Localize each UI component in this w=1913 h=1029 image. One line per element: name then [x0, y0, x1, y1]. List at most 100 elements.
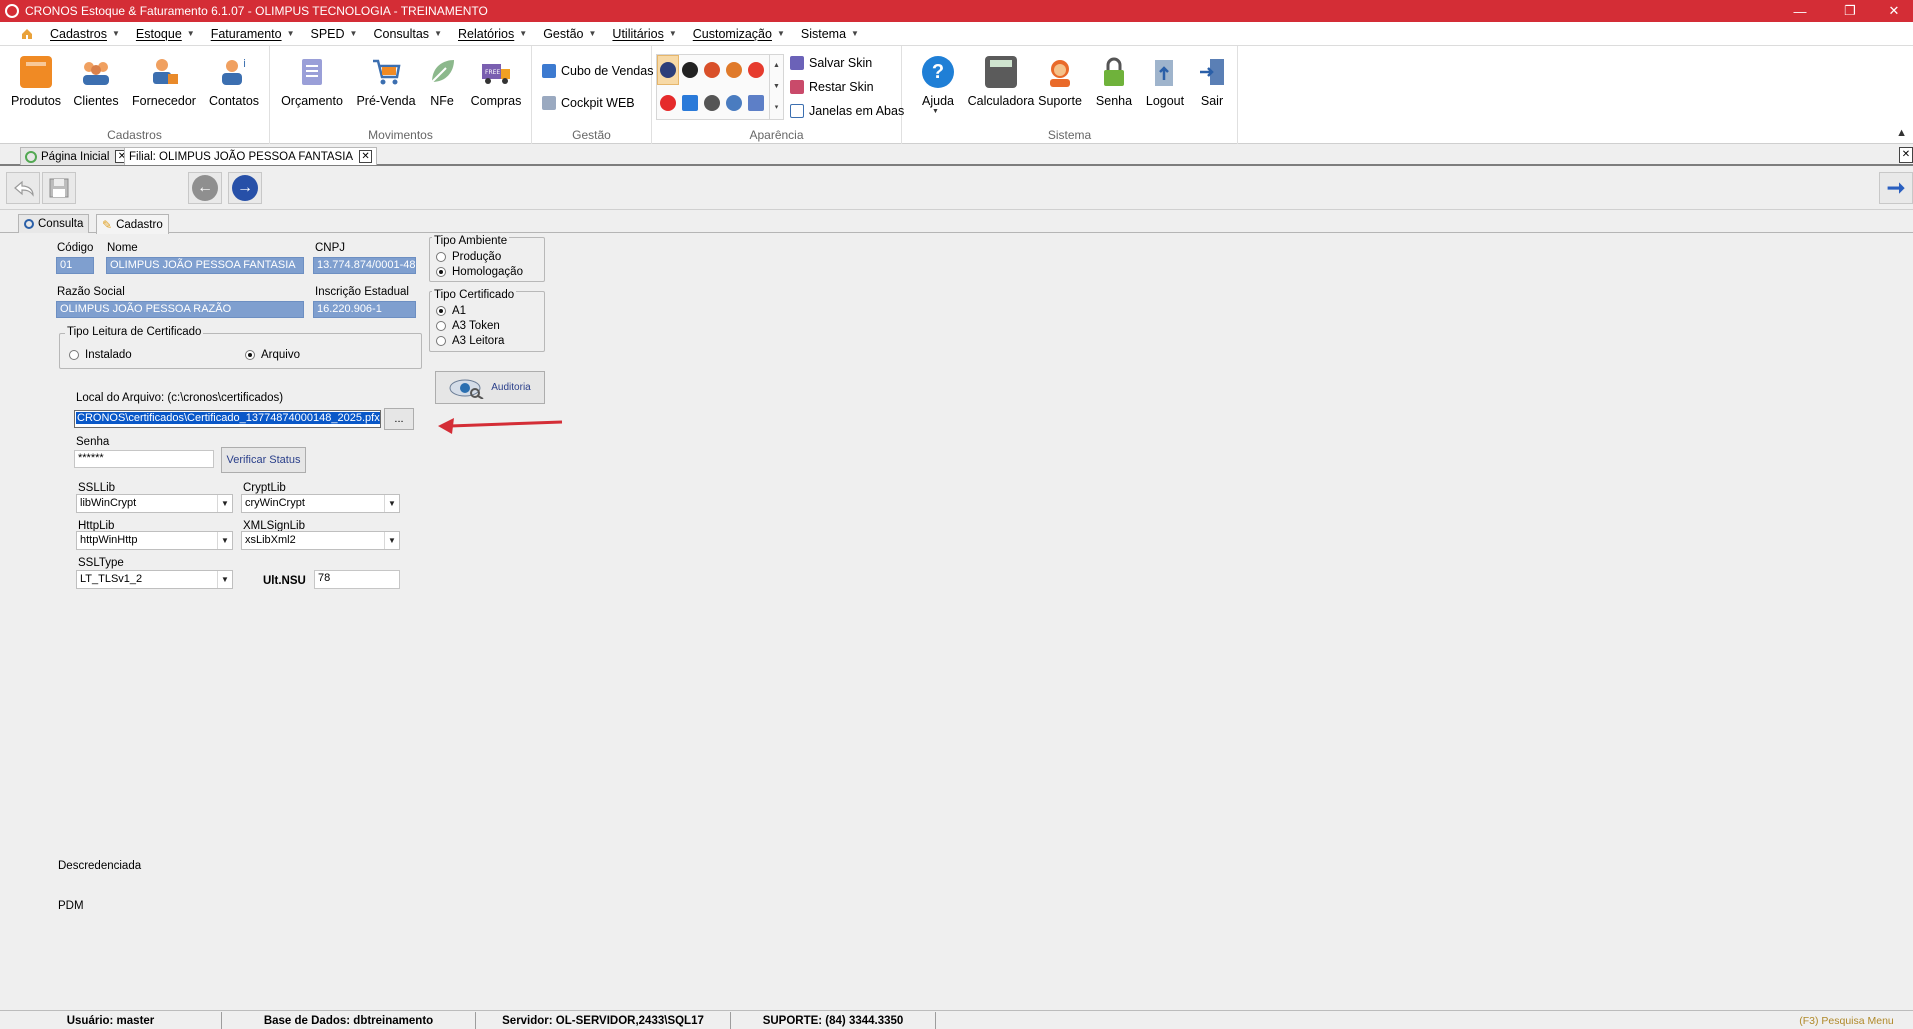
- skin-8-icon[interactable]: [704, 95, 720, 111]
- skin-2-icon[interactable]: [682, 62, 698, 78]
- cryptlib-label: CryptLib: [243, 482, 286, 494]
- codigo-label: Código: [57, 242, 94, 254]
- group-title-sistema: Sistema: [1047, 128, 1092, 142]
- razao-social-field[interactable]: OLIMPUS JOÃO PESSOA RAZÃO: [56, 301, 304, 318]
- orcamento-button[interactable]: Orçamento: [276, 56, 348, 108]
- document-icon: [296, 56, 328, 88]
- menu-customizacao[interactable]: Customização ▼: [693, 27, 785, 41]
- save-icon: [790, 56, 804, 70]
- menu-consultas[interactable]: Consultas ▼: [373, 27, 442, 41]
- contatos-button[interactable]: i Contatos: [198, 56, 270, 108]
- inscricao-estadual-field[interactable]: 16.220.906-1: [313, 301, 416, 318]
- ult-nsu-field[interactable]: 78: [314, 570, 400, 589]
- pdm-label: PDM: [58, 900, 84, 912]
- menu-cadastros[interactable]: Cadastros ▼: [50, 27, 120, 41]
- status-servidor: Servidor: OL-SERVIDOR,2433\SQL17: [476, 1012, 731, 1029]
- previous-button[interactable]: ←: [188, 172, 222, 204]
- restore-icon[interactable]: ❐: [1828, 0, 1872, 22]
- radio-homologacao[interactable]: Homologação: [436, 266, 523, 278]
- tipo-leitura-group: Tipo Leitura de Certificado Instalado Ar…: [59, 326, 422, 369]
- skin-9-icon[interactable]: [726, 95, 742, 111]
- radio-a1[interactable]: A1: [436, 305, 466, 317]
- tab-cadastro[interactable]: ✎ Cadastro: [96, 214, 169, 234]
- chevron-down-icon: ▼: [217, 495, 232, 512]
- cockpit-web-button[interactable]: Cockpit WEB: [542, 96, 635, 110]
- menu-estoque[interactable]: Estoque ▼: [136, 27, 195, 41]
- close-all-icon[interactable]: ✕: [1899, 147, 1913, 163]
- senha-field[interactable]: ******: [74, 450, 214, 468]
- fornecedor-button[interactable]: Fornecedor: [128, 56, 200, 108]
- eye-icon: [449, 379, 484, 399]
- skin-1-icon[interactable]: [660, 62, 676, 78]
- group-title-gestao: Gestão: [572, 128, 611, 142]
- status-bar: Usuário: master Base de Dados: dbtreinam…: [0, 1010, 1913, 1029]
- skin-4-icon[interactable]: [726, 62, 742, 78]
- status-pesquisa-menu[interactable]: (F3) Pesquisa Menu: [1780, 1012, 1913, 1029]
- verificar-status-button[interactable]: Verificar Status: [221, 447, 306, 473]
- nome-label: Nome: [107, 242, 138, 254]
- home-icon[interactable]: [16, 23, 38, 45]
- close-tab-icon[interactable]: ✕: [359, 150, 373, 163]
- forward-button[interactable]: ➞: [1879, 172, 1913, 204]
- ribbon-collapse-icon[interactable]: ▲: [1896, 127, 1907, 139]
- clientes-button[interactable]: Clientes: [60, 56, 132, 108]
- help-icon: ?: [922, 56, 954, 88]
- ajuda-dropdown-icon[interactable]: ▼: [932, 108, 939, 115]
- skin-7-icon[interactable]: [682, 95, 698, 111]
- chevron-down-icon: ▼: [384, 532, 399, 549]
- skin-5-icon[interactable]: [748, 62, 764, 78]
- ssltype-select[interactable]: LT_TLSv1_2 ▼: [76, 570, 233, 589]
- ribbon-group-sistema: ? Ajuda Calculadora Suporte Senha Logout: [902, 46, 1238, 144]
- radio-producao[interactable]: Produção: [436, 251, 501, 263]
- auditoria-button[interactable]: Auditoria: [435, 371, 545, 404]
- tab-consulta[interactable]: Consulta: [18, 214, 90, 233]
- compras-button[interactable]: FREE Compras: [460, 56, 532, 108]
- save-button[interactable]: [42, 172, 76, 204]
- nome-field[interactable]: OLIMPUS JOÃO PESSOA FANTASIA: [106, 257, 304, 274]
- radio-dot: [436, 252, 446, 262]
- pencil-icon: ✎: [102, 217, 113, 232]
- next-button[interactable]: →: [228, 172, 262, 204]
- close-icon[interactable]: ✕: [1872, 0, 1913, 22]
- salvar-skin-button[interactable]: Salvar Skin: [790, 56, 872, 70]
- janelas-em-abas-button[interactable]: Janelas em Abas: [790, 104, 904, 118]
- skin-3-icon[interactable]: [704, 62, 720, 78]
- sair-button[interactable]: Sair: [1176, 56, 1248, 108]
- undo-button[interactable]: [6, 172, 40, 204]
- skin-gallery[interactable]: ▲ ▼ ▾: [656, 54, 784, 120]
- ssllib-select[interactable]: libWinCrypt ▼: [76, 494, 233, 513]
- cockpit-icon: [542, 96, 556, 110]
- radio-a3-token[interactable]: A3 Token: [436, 320, 500, 332]
- nfe-leaf-icon: [426, 56, 458, 88]
- tab-filial[interactable]: Filial: OLIMPUS JOÃO PESSOA FANTASIA ✕: [124, 147, 378, 165]
- skin-gallery-scroll[interactable]: ▲ ▼ ▾: [769, 55, 783, 119]
- skin-6-icon[interactable]: [660, 95, 676, 111]
- group-title-movimentos: Movimentos: [368, 128, 433, 142]
- cryptlib-select[interactable]: cryWinCrypt ▼: [241, 494, 400, 513]
- cnpj-field[interactable]: 13.774.874/0001-48: [313, 257, 416, 274]
- codigo-field[interactable]: 01: [56, 257, 94, 274]
- menu-relatorios[interactable]: Relatórios ▼: [458, 27, 527, 41]
- restar-skin-button[interactable]: Restar Skin: [790, 80, 874, 94]
- radio-arquivo[interactable]: Arquivo: [245, 349, 300, 361]
- radio-instalado[interactable]: Instalado: [69, 349, 132, 361]
- title-bar: CRONOS Estoque & Faturamento 6.1.07 - OL…: [0, 0, 1913, 22]
- cubo-de-vendas-button[interactable]: Cubo de Vendas: [542, 64, 653, 78]
- menu-gestao[interactable]: Gestão ▼: [543, 27, 596, 41]
- tipo-ambiente-group: Tipo Ambiente Produção Homologação: [429, 235, 545, 282]
- tab-pagina-inicial[interactable]: Página Inicial ✕: [20, 147, 134, 165]
- radio-a3-leitora[interactable]: A3 Leitora: [436, 335, 504, 347]
- menu-sistema[interactable]: Sistema ▼: [801, 27, 859, 41]
- skin-10-icon[interactable]: [748, 95, 764, 111]
- xmlsignlib-select[interactable]: xsLibXml2 ▼: [241, 531, 400, 550]
- ssltype-label: SSLType: [78, 557, 124, 569]
- contact-icon: i: [218, 56, 250, 88]
- browse-button[interactable]: ...: [384, 408, 414, 430]
- menu-utilitarios[interactable]: Utilitários ▼: [612, 27, 676, 41]
- local-arquivo-field[interactable]: CRONOS\certificados\Certificado_13774874…: [74, 410, 381, 428]
- menu-faturamento[interactable]: Faturamento ▼: [211, 27, 295, 41]
- ribbon-group-movimentos: Orçamento Pré-Venda NFe FREE Compras Mov…: [270, 46, 532, 144]
- menu-sped[interactable]: SPED ▼: [311, 27, 358, 41]
- httplib-select[interactable]: httpWinHttp ▼: [76, 531, 233, 550]
- minimize-icon[interactable]: —: [1778, 0, 1822, 22]
